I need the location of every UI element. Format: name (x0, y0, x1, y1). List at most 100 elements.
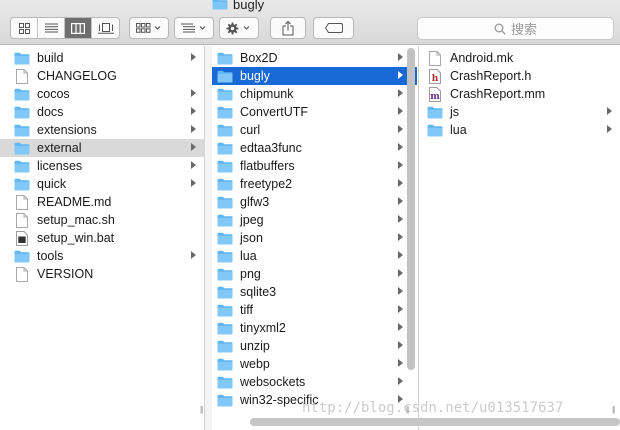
folder-icon (427, 124, 443, 136)
folder-item-docs[interactable]: docs (0, 103, 204, 121)
list-sort-icon (181, 23, 206, 33)
item-icon (217, 213, 233, 227)
folder-item-bugly[interactable]: bugly (212, 67, 417, 85)
file-item-setup-win-bat[interactable]: setup_win.bat (0, 229, 204, 247)
column-resize-handle[interactable]: || (200, 405, 206, 414)
folder-item-tinyxml2[interactable]: tinyxml2 (212, 319, 417, 337)
item-icon (217, 267, 233, 281)
item-label: json (240, 231, 263, 245)
sort-button[interactable] (174, 17, 214, 39)
folder-icon (14, 178, 30, 190)
column-3[interactable]: Android.mk h CrashReport.h m CrashReport.mm j… (418, 46, 620, 430)
folder-icon (14, 250, 30, 262)
folder-item-freetype2[interactable]: freetype2 (212, 175, 417, 193)
item-label: js (450, 105, 460, 119)
folder-item-websockets[interactable]: websockets (212, 373, 417, 391)
folder-item-edtaa3func[interactable]: edtaa3func (212, 139, 417, 157)
item-label: external (37, 141, 82, 155)
file-item-version[interactable]: VERSION (0, 265, 204, 283)
item-label: setup_win.bat (37, 231, 115, 245)
file-item-setup-mac-sh[interactable]: setup_mac.sh (0, 211, 204, 229)
folder-icon (217, 142, 233, 154)
item-icon (14, 249, 30, 263)
disclosure-arrow-icon (191, 161, 196, 169)
file-item-android-mk[interactable]: Android.mk (419, 49, 620, 67)
item-label: ConvertUTF (240, 105, 309, 119)
folder-item-build[interactable]: build (0, 49, 204, 67)
folder-item-json[interactable]: json (212, 229, 417, 247)
item-icon (427, 123, 443, 137)
column-resize-handle[interactable]: || (612, 405, 618, 414)
item-icon (217, 393, 233, 407)
folder-item-flatbuffers[interactable]: flatbuffers (212, 157, 417, 175)
folder-item-chipmunk[interactable]: chipmunk (212, 85, 417, 103)
folder-item-lua[interactable]: lua (212, 247, 417, 265)
item-label: flatbuffers (240, 159, 295, 173)
folder-item-tools[interactable]: tools (0, 247, 204, 265)
item-icon (217, 105, 233, 119)
folder-item-unzip[interactable]: unzip (212, 337, 417, 355)
disclosure-arrow-icon (191, 179, 196, 187)
disclosure-arrow-icon (398, 341, 403, 349)
share-button[interactable] (270, 17, 306, 39)
column-view-button[interactable] (65, 18, 92, 38)
folder-item-curl[interactable]: curl (212, 121, 417, 139)
item-icon (217, 375, 233, 389)
folder-item-extensions[interactable]: extensions (0, 121, 204, 139)
action-button[interactable] (219, 17, 259, 39)
folder-item-licenses[interactable]: licenses (0, 157, 204, 175)
share-icon (282, 20, 294, 35)
cover-flow-icon (97, 22, 114, 34)
item-label: CrashReport.mm (450, 87, 546, 101)
folder-icon (217, 124, 233, 136)
folder-item-external[interactable]: external (0, 139, 204, 157)
column-divider[interactable] (205, 46, 212, 430)
folder-item-js[interactable]: js (419, 103, 620, 121)
disclosure-arrow-icon (398, 143, 403, 151)
folder-item-tiff[interactable]: tiff (212, 301, 417, 319)
item-icon (217, 339, 233, 353)
icon-view-button[interactable] (11, 18, 38, 38)
column-2[interactable]: Box2D bugly chipmunk ConvertUTF curl edtaa3fu… (212, 46, 417, 430)
item-icon (217, 177, 233, 191)
cover-flow-button[interactable] (92, 18, 119, 38)
folder-icon (217, 376, 233, 388)
folder-item-glfw3[interactable]: glfw3 (212, 193, 417, 211)
folder-item-lua[interactable]: lua (419, 121, 620, 139)
window-title-text: bugly (233, 0, 265, 12)
svg-text:m: m (430, 92, 440, 102)
file-item-readme-md[interactable]: README.md (0, 193, 204, 211)
folder-item-sqlite3[interactable]: sqlite3 (212, 283, 417, 301)
file-item-crashreport-h[interactable]: h CrashReport.h (419, 67, 620, 85)
arrange-button[interactable] (129, 17, 169, 39)
folder-item-jpeg[interactable]: jpeg (212, 211, 417, 229)
horizontal-scrollbar[interactable] (250, 418, 620, 426)
edit-tags-button[interactable] (313, 17, 354, 39)
file-item-crashreport-mm[interactable]: m CrashReport.mm (419, 85, 620, 103)
column-3-list: Android.mk h CrashReport.h m CrashReport.mm j… (419, 49, 620, 139)
search-field[interactable]: 搜索 (417, 17, 614, 40)
folder-icon (217, 268, 233, 280)
folder-item-cocos[interactable]: cocos (0, 85, 204, 103)
folder-item-box2d[interactable]: Box2D (212, 49, 417, 67)
column-2-scrollbar[interactable] (407, 48, 415, 370)
folder-icon (217, 232, 233, 244)
item-icon (217, 51, 233, 65)
disclosure-arrow-icon (398, 125, 403, 133)
folder-icon (217, 160, 233, 172)
folder-item-convertutf[interactable]: ConvertUTF (212, 103, 417, 121)
disclosure-arrow-icon (398, 71, 403, 79)
folder-icon (427, 106, 443, 118)
file-item-changelog[interactable]: CHANGELOG (0, 67, 204, 85)
folder-item-png[interactable]: png (212, 265, 417, 283)
item-icon: m (427, 86, 443, 102)
list-view-button[interactable] (38, 18, 65, 38)
column-1[interactable]: build CHANGELOG cocos docs extensions externa… (0, 46, 205, 430)
folder-item-quick[interactable]: quick (0, 175, 204, 193)
disclosure-arrow-icon (607, 125, 612, 133)
item-label: tinyxml2 (240, 321, 286, 335)
column-2-list: Box2D bugly chipmunk ConvertUTF curl edtaa3fu… (212, 49, 417, 409)
item-icon (217, 249, 233, 263)
search-placeholder: 搜索 (510, 22, 537, 37)
folder-item-webp[interactable]: webp (212, 355, 417, 373)
